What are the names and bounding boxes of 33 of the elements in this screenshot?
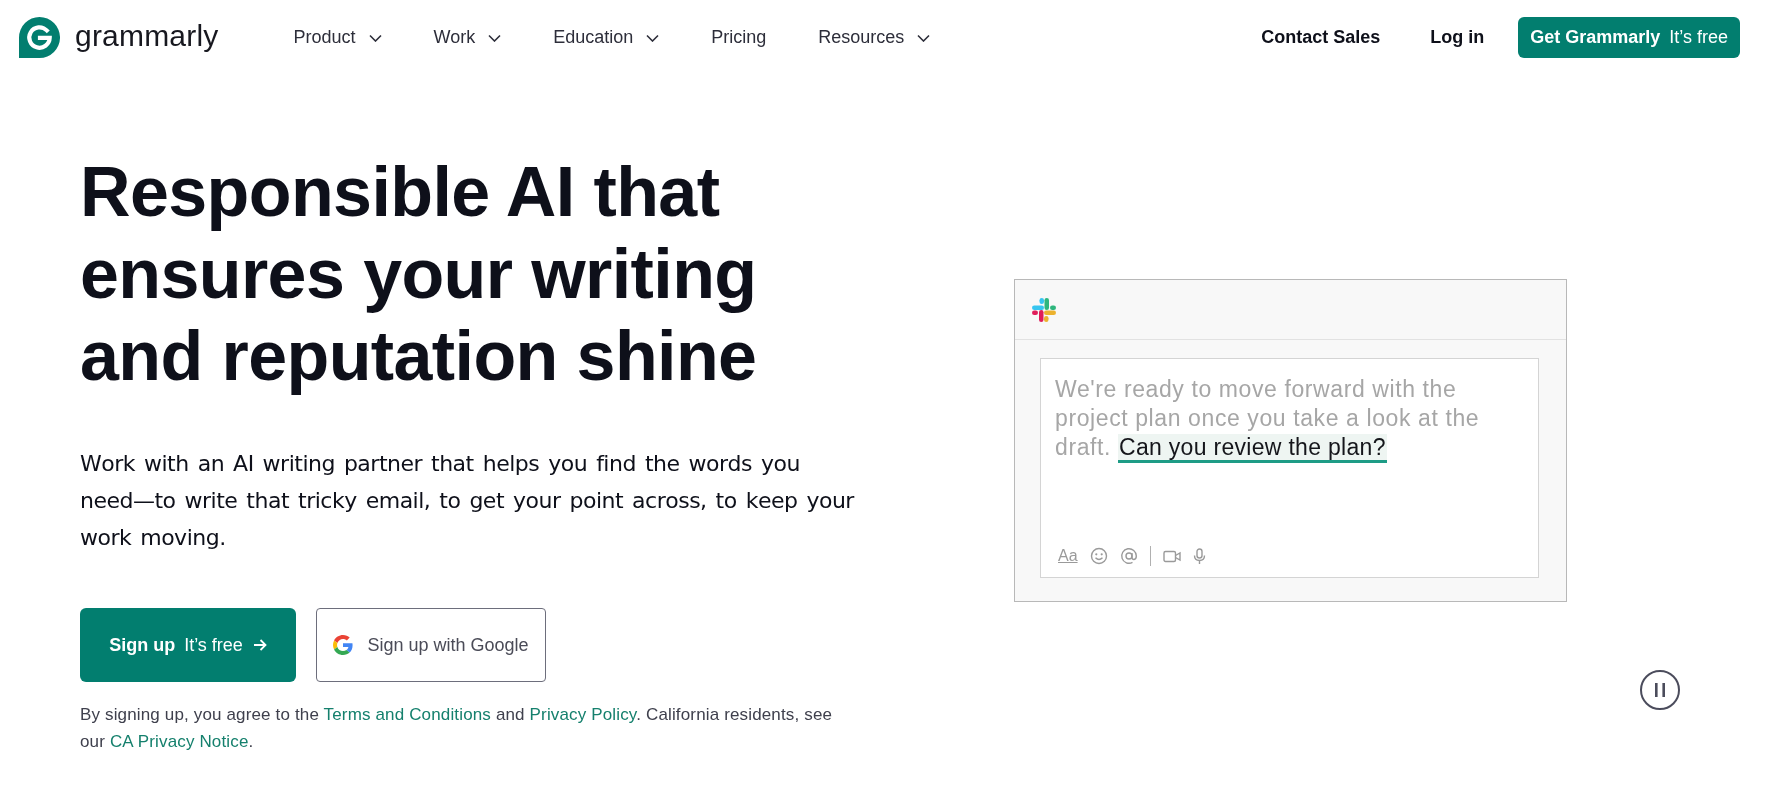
nav-link[interactable]: Education [553, 27, 660, 48]
get-started-button[interactable]: Get Grammarly It’s free [1518, 17, 1740, 58]
chevron-down-icon [368, 33, 382, 42]
signup-button[interactable]: Sign up It’s free [80, 608, 296, 682]
legal-link[interactable]: Privacy Policy [529, 705, 637, 724]
pause-button[interactable] [1640, 670, 1680, 710]
google-g-icon [333, 635, 354, 655]
hero-description: Work with an AI writing partner that helps you find the words you need—to write that tricky email, to get your point across, to keep your work moving. [80, 450, 856, 552]
chevron-down-icon [646, 33, 660, 42]
legal-notice: By signing up, you agree to the Terms and Conditions and Privacy Policy. California residents, see our CA Privacy Notice. [80, 704, 834, 753]
logo-link[interactable]: grammarly [19, 17, 219, 58]
nav-link[interactable]: Work [433, 27, 502, 48]
arrow-right-icon [252, 639, 267, 651]
chevron-down-icon [917, 33, 931, 42]
nav-link[interactable]: Product [293, 27, 382, 48]
nav-link[interactable]: Resources [818, 27, 931, 48]
at-sign-icon [1119, 547, 1138, 565]
microphone-icon [1192, 547, 1206, 565]
chevron-down-icon [488, 33, 502, 42]
logo-icon [19, 17, 60, 58]
smiley-icon [1089, 547, 1108, 565]
hero-heading: Responsible AI that ensures your writing and reputation shine [80, 152, 758, 397]
nav-link[interactable]: Pricing [711, 27, 767, 48]
legal-link[interactable]: Terms and Conditions [323, 705, 492, 724]
format-label: Aa [1058, 547, 1078, 565]
legal-link[interactable]: CA Privacy Notice [109, 732, 249, 751]
suggestion-highlight: Can you review the plan? [1118, 434, 1387, 463]
header-link[interactable]: Contact Sales [1261, 27, 1381, 48]
pause-icon [1655, 683, 1665, 697]
message-text: We're ready to move forward with the project plan once you take a look at the draft. Can you review the plan? [1055, 375, 1524, 462]
hash-logo-icon [1030, 295, 1058, 324]
header-link[interactable]: Log in [1430, 27, 1485, 48]
google-signup-button[interactable]: Sign up with Google [316, 608, 546, 682]
